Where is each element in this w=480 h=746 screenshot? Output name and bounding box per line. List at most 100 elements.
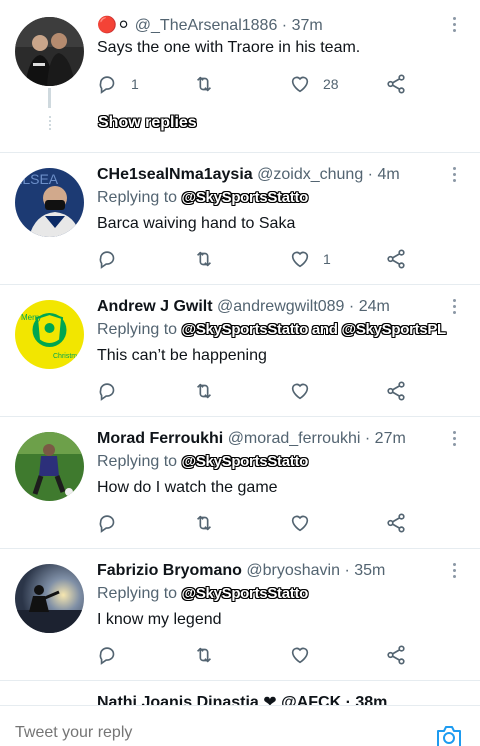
reply-button[interactable] <box>97 511 119 535</box>
heart-icon <box>291 647 309 664</box>
reply-input[interactable] <box>15 724 395 742</box>
like-button[interactable] <box>289 379 311 403</box>
avatar[interactable] <box>15 17 84 86</box>
share-button[interactable] <box>385 379 407 403</box>
share-button[interactable] <box>385 72 407 96</box>
separator-dot: · <box>281 17 288 34</box>
display-name[interactable]: CHe1sealNma1aysia <box>97 166 253 183</box>
reply-button[interactable] <box>97 643 119 667</box>
reply-icon <box>99 76 115 94</box>
tweet-header: Morad Ferroukhi @morad_ferroukhi · 27m <box>97 429 406 449</box>
tweet-actions <box>97 643 417 667</box>
replying-to: Replying to @SkySportsStatto <box>97 584 308 604</box>
more-options-icon[interactable] <box>446 561 462 581</box>
tweet-card[interactable]: ELSEA CHe1sealNma1aysia @zoidx_chung · 4… <box>0 153 480 284</box>
reply-icon <box>99 251 115 269</box>
retweet-button[interactable] <box>193 511 215 535</box>
svg-text:Christmas: Christmas <box>53 353 84 360</box>
display-name[interactable]: Andrew J Gwilt <box>97 298 213 315</box>
reply-button[interactable] <box>97 379 119 403</box>
like-button[interactable]: 28 <box>289 72 339 96</box>
timestamp[interactable]: 27m <box>375 430 406 447</box>
tweet-actions: 1 <box>97 247 417 271</box>
user-handle[interactable]: @zoidx_chung <box>257 166 363 183</box>
tweet-text: Barca waiving hand to Saka <box>97 215 296 232</box>
retweet-button[interactable] <box>193 72 215 96</box>
partial-tweet-header: Nathi Joanis Dinastia ❤ @AFCK · 38m <box>97 694 388 706</box>
reply-icon <box>99 647 115 665</box>
show-replies-link[interactable]: Show replies <box>98 114 197 132</box>
mention-link[interactable]: @SkySportsStatto and @SkySportsPL <box>182 321 447 338</box>
separator-dot: · <box>344 562 350 579</box>
like-button[interactable] <box>289 643 311 667</box>
display-name[interactable]: Morad Ferroukhi <box>97 430 223 447</box>
mention-link[interactable]: @SkySportsStatto <box>182 189 309 206</box>
user-handle[interactable]: @andrewgwilt089 <box>217 298 344 315</box>
avatar[interactable] <box>15 432 84 501</box>
camera-icon[interactable] <box>435 724 463 746</box>
mention-link[interactable]: @SkySportsStatto <box>182 453 309 470</box>
tweet-header: Fabrizio Bryomano @bryoshavin · 35m <box>97 561 385 581</box>
reply-button[interactable] <box>97 247 119 271</box>
tweet-header: 🔴⚪ @_TheArsenal1886 · 37m <box>97 16 323 36</box>
reply-button[interactable]: 1 <box>97 72 139 96</box>
tweet-text: I know my legend <box>97 611 222 628</box>
replying-label: Replying to <box>97 585 178 602</box>
user-handle[interactable]: @_TheArsenal1886 <box>135 17 278 34</box>
timestamp[interactable]: 4m <box>377 166 399 183</box>
retweet-button[interactable] <box>193 379 215 403</box>
timestamp[interactable]: 35m <box>354 562 385 579</box>
timestamp[interactable]: 24m <box>359 298 390 315</box>
more-options-icon[interactable] <box>446 165 462 185</box>
retweet-button[interactable] <box>193 643 215 667</box>
replying-to: Replying to @SkySportsStatto <box>97 188 308 208</box>
avatar[interactable] <box>15 564 84 633</box>
more-options-icon[interactable] <box>446 297 462 317</box>
tweet-header: Andrew J Gwilt @andrewgwilt089 · 24m <box>97 297 390 317</box>
tweet-card[interactable]: Merry Christmas Andrew J Gwilt @andrewgw… <box>0 285 480 416</box>
like-button[interactable]: 1 <box>289 247 331 271</box>
avatar[interactable]: ELSEA <box>15 168 84 237</box>
share-button[interactable] <box>385 247 407 271</box>
tweet-card-partial[interactable]: Nathi Joanis Dinastia ❤ @AFCK · 38m <box>0 682 480 706</box>
share-icon <box>387 513 405 533</box>
tweet-actions <box>97 379 417 403</box>
heart-icon <box>291 383 309 400</box>
more-options-icon[interactable] <box>446 15 462 35</box>
user-handle[interactable]: @bryoshavin <box>246 562 340 579</box>
replying-label: Replying to <box>97 189 178 206</box>
retweet-icon <box>196 251 212 267</box>
like-count: 28 <box>323 76 339 92</box>
tweet-header: CHe1sealNma1aysia @zoidx_chung · 4m <box>97 165 400 185</box>
retweet-icon <box>196 515 212 531</box>
retweet-icon <box>196 76 212 92</box>
share-button[interactable] <box>385 643 407 667</box>
mention-link[interactable]: @SkySportsStatto <box>182 585 309 602</box>
flag-emoji: 🔴⚪ <box>97 17 131 34</box>
share-icon <box>387 381 405 401</box>
display-name[interactable]: Fabrizio Bryomano <box>97 562 242 579</box>
tweet-card[interactable]: Morad Ferroukhi @morad_ferroukhi · 27m R… <box>0 417 480 548</box>
tweet-text: Says the one with Traore in his team. <box>97 39 361 56</box>
like-button[interactable] <box>289 511 311 535</box>
tweet-text: This can’t be happening <box>97 347 267 364</box>
retweet-icon <box>196 647 212 663</box>
tweet-card[interactable]: 🔴⚪ @_TheArsenal1886 · 37m Says the one w… <box>0 0 480 152</box>
retweet-button[interactable] <box>193 247 215 271</box>
separator-dot: · <box>364 430 371 447</box>
replying-label: Replying to <box>97 453 178 470</box>
replying-to: Replying to @SkySportsStatto and @SkySpo… <box>97 320 446 340</box>
heart-icon <box>291 76 309 93</box>
tweet-text: How do I watch the game <box>97 479 278 496</box>
user-handle[interactable]: @morad_ferroukhi <box>228 430 361 447</box>
share-icon <box>387 645 405 665</box>
timestamp[interactable]: 37m <box>292 17 323 34</box>
like-count: 1 <box>323 251 331 267</box>
avatar[interactable]: Merry Christmas <box>15 300 84 369</box>
share-button[interactable] <box>385 511 407 535</box>
share-icon <box>387 249 405 269</box>
more-options-icon[interactable] <box>446 429 462 449</box>
tweet-card[interactable]: Fabrizio Bryomano @bryoshavin · 35m Repl… <box>0 549 480 680</box>
retweet-icon <box>196 383 212 399</box>
heart-icon <box>291 515 309 532</box>
